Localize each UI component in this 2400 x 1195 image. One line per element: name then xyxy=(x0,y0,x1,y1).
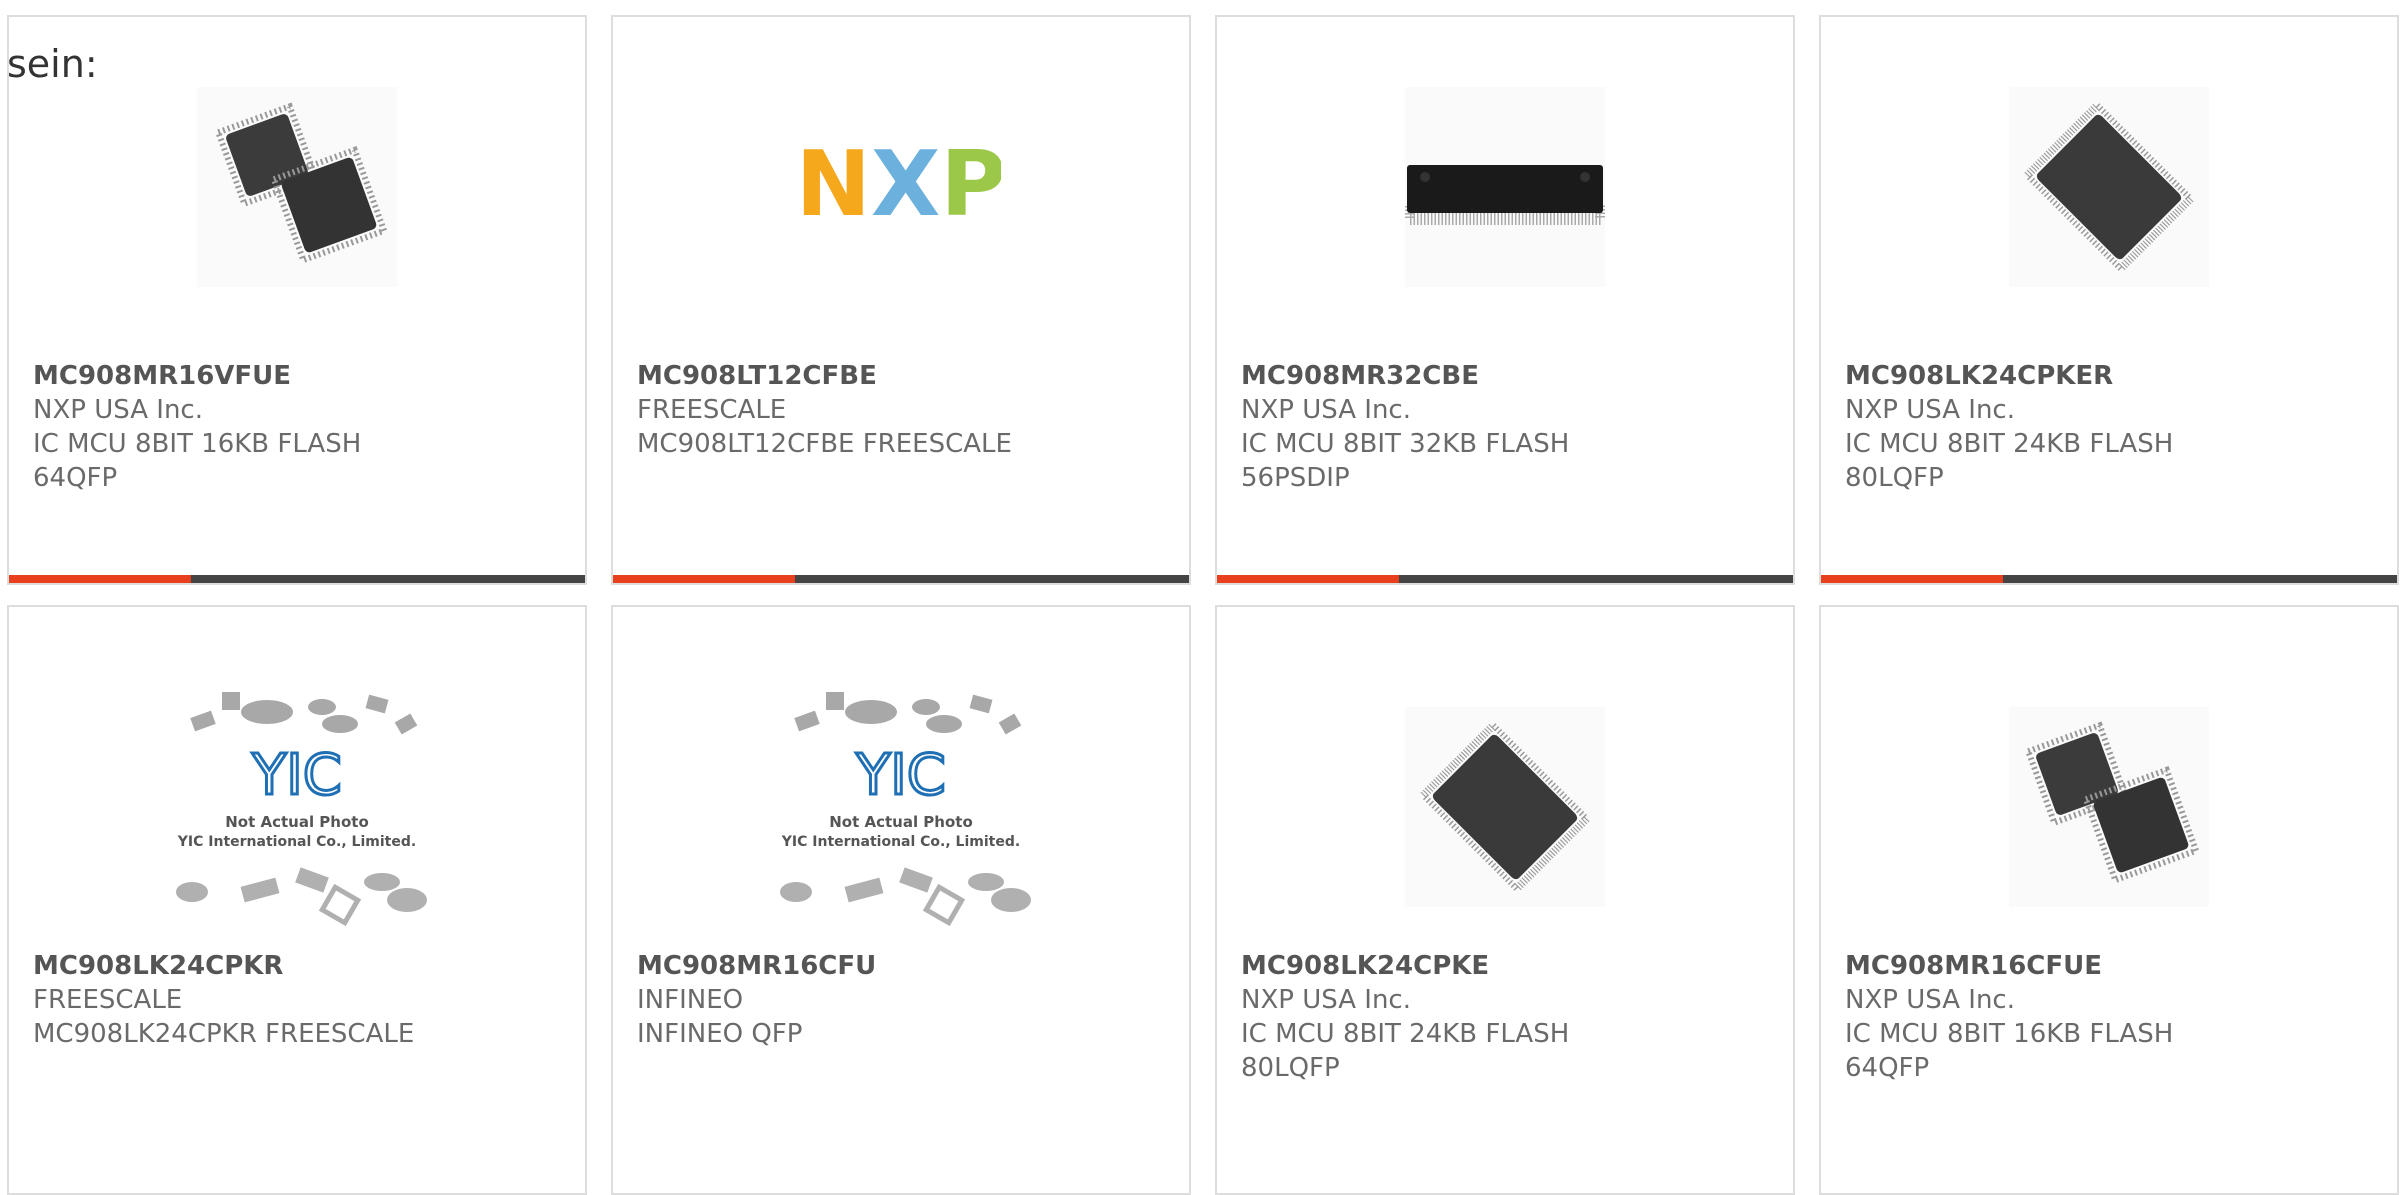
nxp-logo: NXP xyxy=(801,132,1001,237)
description: IC MCU 8BIT 16KB FLASH 64QFP xyxy=(1845,1019,2174,1083)
yic-logo: YIC xyxy=(855,743,946,808)
card-bottom-bar xyxy=(1217,575,1793,583)
description: IC MCU 8BIT 32KB FLASH 56PSDIP xyxy=(1241,429,1570,493)
yic-logo: YIC xyxy=(251,743,342,808)
part-number[interactable]: MC908MR16CFU xyxy=(637,949,1165,983)
card-bar-accent xyxy=(613,575,795,583)
part-number[interactable]: MC908MR32CBE xyxy=(1241,359,1769,393)
part-number[interactable]: MC908MR16VFUE xyxy=(33,359,561,393)
product-card[interactable]: MC908LK24CPKER NXP USA Inc. IC MCU 8BIT … xyxy=(1819,15,2399,585)
description: IC MCU 8BIT 24KB FLASH 80LQFP xyxy=(1241,1019,1570,1083)
placeholder-caption: Not Actual Photo xyxy=(225,813,369,831)
product-image-dip-chip[interactable] xyxy=(1405,87,1605,287)
product-grid: MC908MR16VFUE NXP USA Inc. IC MCU 8BIT 1… xyxy=(7,15,2399,1195)
product-card[interactable]: YIC Not Actual Photo YIC International C… xyxy=(611,605,1191,1195)
card-bar-accent xyxy=(1821,575,2003,583)
card-bottom-bar xyxy=(613,575,1189,583)
product-card[interactable]: NXP MC908LT12CFBE FREESCALE MC908LT12CFB… xyxy=(611,15,1191,585)
card-bar-accent xyxy=(1217,575,1399,583)
card-bottom-bar xyxy=(9,575,585,583)
product-image-not-actual-photo[interactable]: YIC Not Actual Photo YIC International C… xyxy=(766,682,1036,932)
product-image-two-qfp-chips[interactable] xyxy=(1974,682,2244,932)
manufacturer: FREESCALE xyxy=(637,395,787,425)
product-card[interactable]: MC908MR32CBE NXP USA Inc. IC MCU 8BIT 32… xyxy=(1215,15,1795,585)
placeholder-company: YIC International Co., Limited. xyxy=(177,834,416,850)
placeholder-company: YIC International Co., Limited. xyxy=(781,834,1020,850)
manufacturer: FREESCALE xyxy=(33,985,183,1015)
product-card[interactable]: MC908LK24CPKE NXP USA Inc. IC MCU 8BIT 2… xyxy=(1215,605,1795,1195)
part-number[interactable]: MC908LT12CFBE xyxy=(637,359,1165,393)
description: MC908LK24CPKR FREESCALE xyxy=(33,1019,415,1049)
description: INFINEO QFP xyxy=(637,1019,803,1049)
product-card[interactable]: MC908MR16CFUE NXP USA Inc. IC MCU 8BIT 1… xyxy=(1819,605,2399,1195)
part-number[interactable]: MC908LK24CPKE xyxy=(1241,949,1769,983)
part-number[interactable]: MC908LK24CPKR xyxy=(33,949,561,983)
product-card[interactable]: YIC Not Actual Photo YIC International C… xyxy=(7,605,587,1195)
manufacturer: NXP USA Inc. xyxy=(1241,985,1411,1015)
part-number[interactable]: MC908LK24CPKER xyxy=(1845,359,2373,393)
intro-text: sein: xyxy=(7,42,98,86)
description: IC MCU 8BIT 16KB FLASH 64QFP xyxy=(33,429,362,493)
manufacturer: NXP USA Inc. xyxy=(1845,395,2015,425)
manufacturer: NXP USA Inc. xyxy=(1241,395,1411,425)
description: IC MCU 8BIT 24KB FLASH 80LQFP xyxy=(1845,429,2174,493)
placeholder-caption: Not Actual Photo xyxy=(829,813,973,831)
product-image-two-qfp-chips[interactable] xyxy=(197,87,397,287)
card-bar-accent xyxy=(9,575,191,583)
product-image-lqfp-chip[interactable] xyxy=(2009,87,2209,287)
product-image-not-actual-photo[interactable]: YIC Not Actual Photo YIC International C… xyxy=(162,682,432,932)
manufacturer: INFINEO xyxy=(637,985,744,1015)
manufacturer: NXP USA Inc. xyxy=(33,395,203,425)
product-image-nxp-logo[interactable]: NXP xyxy=(801,87,1001,287)
product-image-lqfp-chip[interactable] xyxy=(1370,682,1640,932)
manufacturer: NXP USA Inc. xyxy=(1845,985,2015,1015)
card-bottom-bar xyxy=(1821,575,2397,583)
part-number[interactable]: MC908MR16CFUE xyxy=(1845,949,2373,983)
description: MC908LT12CFBE FREESCALE xyxy=(637,429,1012,459)
product-card[interactable]: MC908MR16VFUE NXP USA Inc. IC MCU 8BIT 1… xyxy=(7,15,587,585)
